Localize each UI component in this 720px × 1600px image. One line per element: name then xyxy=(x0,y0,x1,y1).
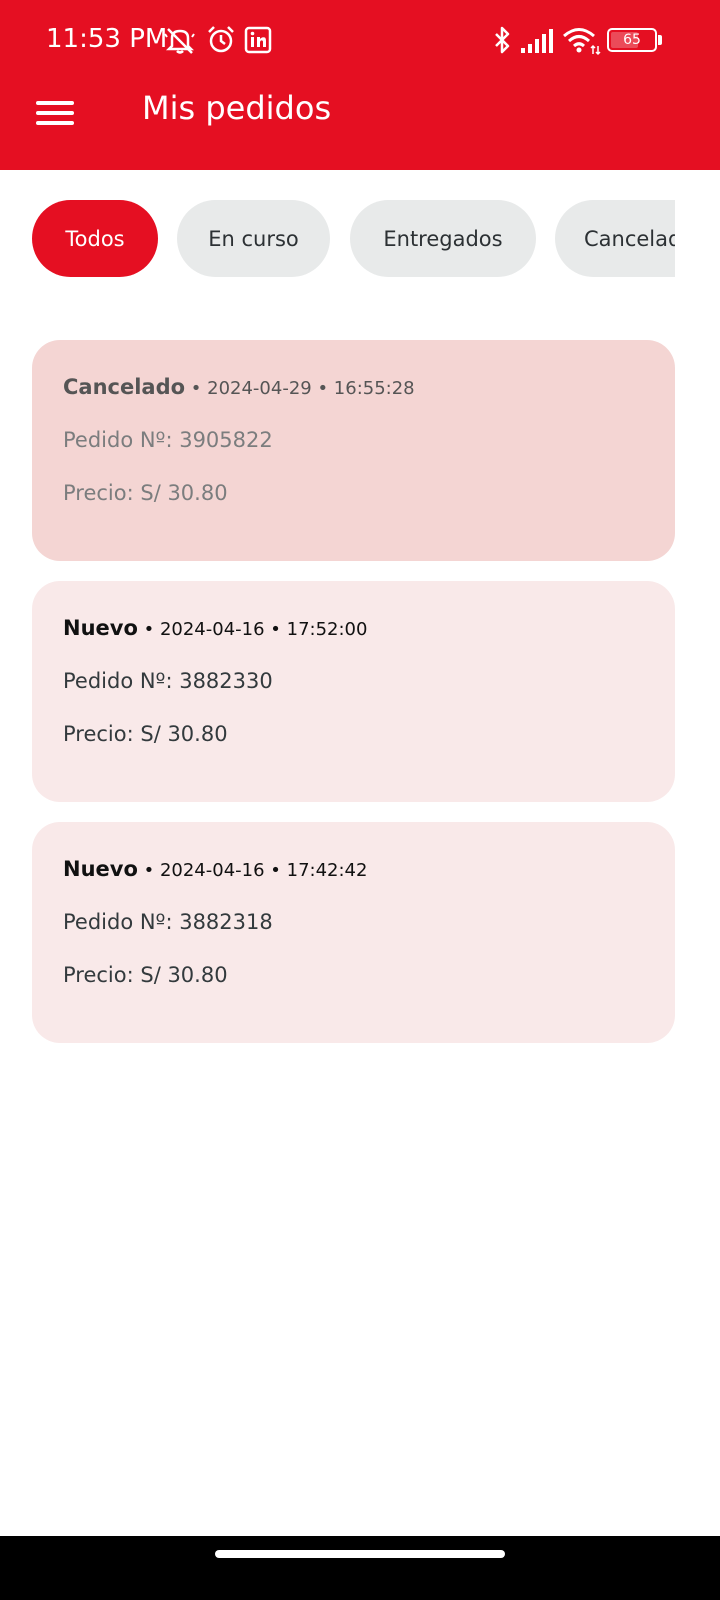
hamburger-menu-icon[interactable] xyxy=(36,97,76,129)
linkedin-icon xyxy=(244,26,272,54)
order-status: Cancelado xyxy=(63,375,186,399)
bluetooth-icon xyxy=(495,26,510,54)
status-bar: 11:53 PM 65 xyxy=(0,18,720,62)
menu-line xyxy=(36,111,74,115)
menu-line xyxy=(36,121,74,125)
filter-chip-todos[interactable]: Todos xyxy=(32,200,158,277)
order-price: Precio: S/ 30.80 xyxy=(63,481,228,505)
order-number: Pedido Nº: 3905822 xyxy=(63,428,273,452)
order-header: Cancelado • 2024-04-29 • 16:55:28 xyxy=(63,375,415,399)
status-time: 11:53 PM xyxy=(46,24,168,54)
order-price: Precio: S/ 30.80 xyxy=(63,722,228,746)
signal-icon xyxy=(521,29,553,53)
battery-icon: 65 xyxy=(607,28,657,52)
filter-chip-entregados[interactable]: Entregados xyxy=(350,200,536,277)
order-status: Nuevo xyxy=(63,616,138,640)
battery-tip xyxy=(658,35,662,45)
app-bar: 11:53 PM 65 Mis pedidos xyxy=(0,0,720,170)
order-card[interactable]: Nuevo • 2024-04-16 • 17:52:00 Pedido Nº:… xyxy=(32,581,675,802)
alarm-icon xyxy=(208,26,234,53)
battery-percent: 65 xyxy=(623,32,641,48)
order-price: Precio: S/ 30.80 xyxy=(63,963,228,987)
home-gesture-handle[interactable] xyxy=(215,1550,505,1558)
order-datetime: • 2024-04-29 • 16:55:28 xyxy=(185,378,415,399)
order-number: Pedido Nº: 3882330 xyxy=(63,669,273,693)
order-datetime: • 2024-04-16 • 17:42:42 xyxy=(137,860,368,881)
order-datetime: • 2024-04-16 • 17:52:00 xyxy=(137,619,368,640)
menu-line xyxy=(36,101,74,105)
order-number: Pedido Nº: 3882318 xyxy=(63,910,273,934)
order-card[interactable]: Cancelado • 2024-04-29 • 16:55:28 Pedido… xyxy=(32,340,675,561)
page-title: Mis pedidos xyxy=(142,89,332,127)
order-header: Nuevo • 2024-04-16 • 17:42:42 xyxy=(63,857,367,881)
filter-chip-cancelados[interactable]: Cancelados xyxy=(555,200,675,277)
wifi-icon xyxy=(563,28,601,56)
order-card[interactable]: Nuevo • 2024-04-16 • 17:42:42 Pedido Nº:… xyxy=(32,822,675,1043)
system-navigation-bar xyxy=(0,1536,720,1600)
order-filter-tabs: Todos En curso Entregados Cancelados xyxy=(0,200,675,278)
filter-chip-en-curso[interactable]: En curso xyxy=(177,200,330,277)
bell-off-icon xyxy=(164,28,195,54)
order-header: Nuevo • 2024-04-16 • 17:52:00 xyxy=(63,616,367,640)
order-status: Nuevo xyxy=(63,857,138,881)
